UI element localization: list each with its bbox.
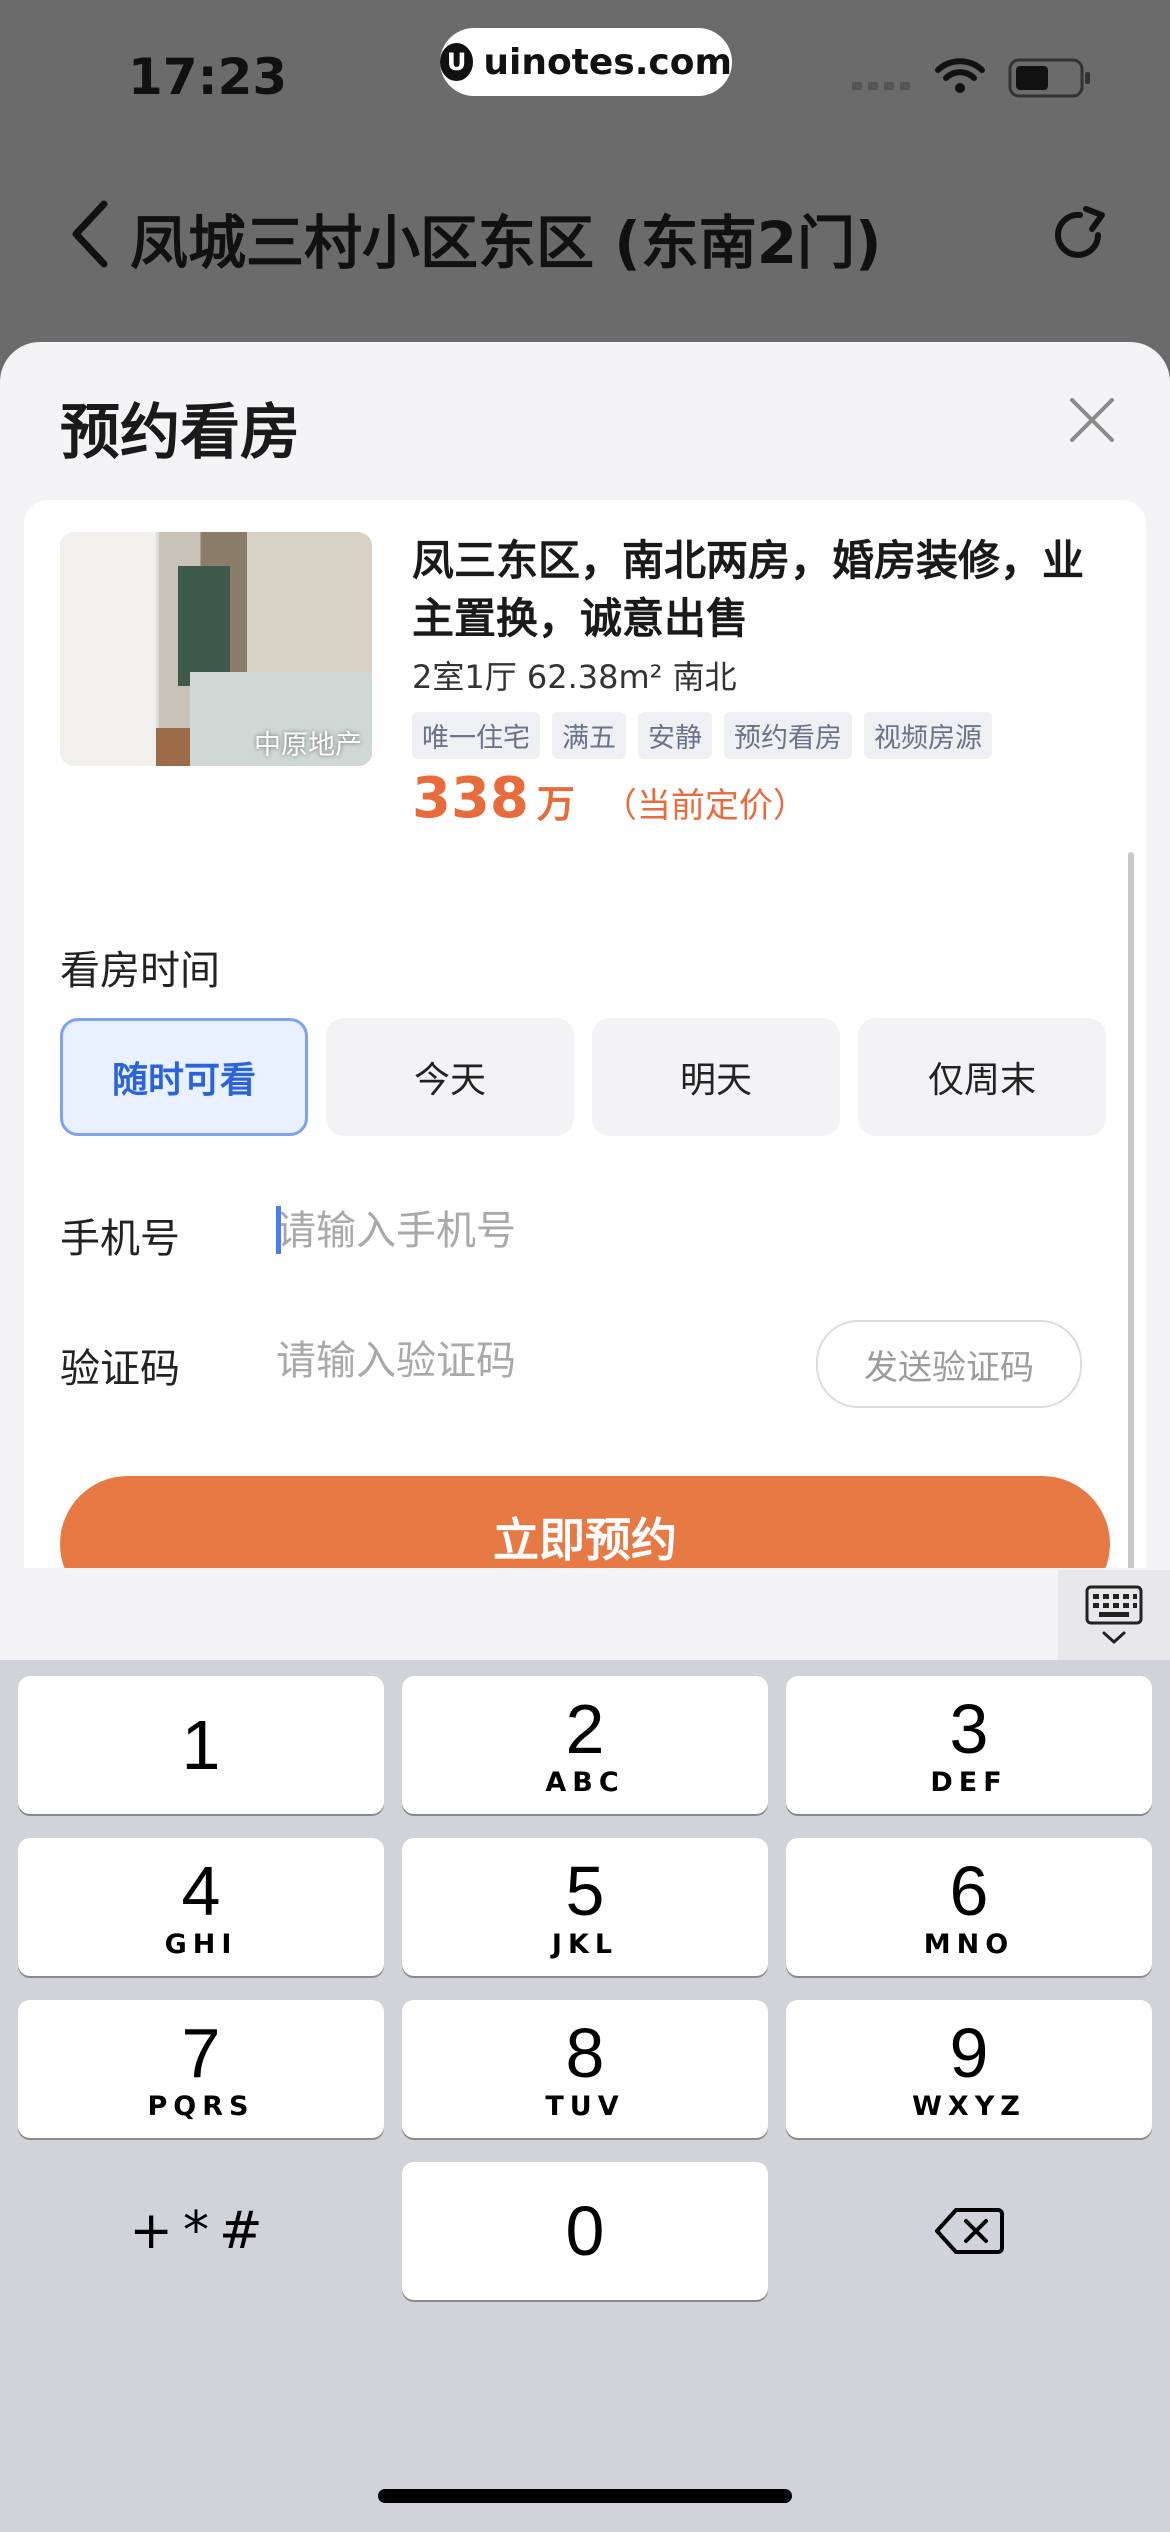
phone-label: 手机号	[60, 1216, 180, 1262]
source-logo-icon: U	[440, 43, 474, 81]
key-letters: MNO	[923, 1929, 1015, 1960]
source-text: uinotes.com	[483, 41, 732, 83]
status-time: 17:23	[128, 48, 288, 106]
close-icon[interactable]	[1066, 394, 1118, 446]
listing-tag: 唯一住宅	[412, 712, 540, 759]
key-4[interactable]: 4 GHI	[18, 1838, 384, 1976]
listing-tag: 满五	[552, 712, 626, 759]
text-caret	[276, 1206, 281, 1254]
key-symbols[interactable]: +*#	[18, 2162, 384, 2300]
key-3[interactable]: 3 DEF	[786, 1676, 1152, 1814]
keyboard-dismiss-button[interactable]	[1058, 1570, 1170, 1660]
key-digit: 3	[949, 1690, 989, 1768]
time-label: 看房时间	[60, 948, 220, 994]
symbols-label: +*#	[129, 2201, 273, 2261]
page-title: 凤城三村小区东区 (东南2门)	[130, 209, 882, 277]
key-letters: ABC	[545, 1767, 625, 1798]
keyboard-dismiss-icon	[1085, 1585, 1143, 1625]
code-input[interactable]	[274, 1330, 778, 1392]
status-bar: 17:23 U uinotes.com	[0, 0, 1170, 150]
share-icon[interactable]	[1050, 205, 1110, 265]
sheet-title: 预约看房	[60, 398, 300, 468]
time-option-today[interactable]: 今天	[326, 1018, 574, 1136]
key-digit: 2	[565, 1690, 605, 1768]
key-letters: PQRS	[147, 2091, 255, 2122]
key-digit: 5	[565, 1852, 605, 1930]
battery-icon	[1008, 58, 1090, 98]
key-digit: 0	[565, 2192, 605, 2270]
source-pill: U uinotes.com	[440, 28, 732, 96]
key-2[interactable]: 2 ABC	[402, 1676, 768, 1814]
listing-price: 338 万 （当前定价）	[412, 766, 807, 831]
key-letters: JKL	[551, 1929, 619, 1960]
key-7[interactable]: 7 PQRS	[18, 2000, 384, 2138]
time-option-tomorrow[interactable]: 明天	[592, 1018, 840, 1136]
key-9[interactable]: 9 WXYZ	[786, 2000, 1152, 2138]
key-5[interactable]: 5 JKL	[402, 1838, 768, 1976]
key-6[interactable]: 6 MNO	[786, 1838, 1152, 1976]
send-code-button[interactable]: 发送验证码	[816, 1320, 1082, 1408]
key-digit: 7	[181, 2014, 221, 2092]
phone-input[interactable]	[274, 1200, 978, 1262]
key-letters: TUV	[545, 2091, 625, 2122]
key-digit: 9	[949, 2014, 989, 2092]
listing-tags: 唯一住宅 满五 安静 预约看房 视频房源	[412, 712, 992, 759]
numeric-keyboard: 1 2 ABC 3 DEF 4 GHI 5 JKL 6 MNO 7 PQRS 8…	[0, 1660, 1170, 2532]
chevron-down-icon	[1102, 1631, 1126, 1645]
key-letters: GHI	[164, 1929, 238, 1960]
booking-sheet: 预约看房 中原地产 凤三东区，南北两房，婚房装修，业主置换，诚意出售 2室1厅 …	[0, 342, 1170, 1662]
key-letters: DEF	[930, 1767, 1008, 1798]
booking-card: 中原地产 凤三东区，南北两房，婚房装修，业主置换，诚意出售 2室1厅 62.38…	[24, 500, 1146, 1662]
listing-tag: 视频房源	[864, 712, 992, 759]
key-8[interactable]: 8 TUV	[402, 2000, 768, 2138]
home-indicator[interactable]	[378, 2489, 792, 2503]
photo-watermark: 中原地产	[254, 730, 362, 761]
price-unit: 万	[536, 782, 575, 826]
key-digit: 1	[181, 1706, 221, 1784]
listing-meta: 2室1厅 62.38m² 南北	[412, 658, 737, 696]
key-0[interactable]: 0	[402, 2162, 768, 2300]
listing-tag: 安静	[638, 712, 712, 759]
key-digit: 4	[181, 1852, 221, 1930]
key-letters: WXYZ	[912, 2091, 1026, 2122]
key-digit: 6	[949, 1852, 989, 1930]
back-icon[interactable]	[70, 200, 110, 268]
signal-icon	[852, 82, 910, 90]
listing-title: 凤三东区，南北两房，婚房装修，业主置换，诚意出售	[412, 536, 1085, 643]
code-label: 验证码	[60, 1346, 180, 1392]
listing-tag: 预约看房	[724, 712, 852, 759]
time-option-weekend[interactable]: 仅周末	[858, 1018, 1106, 1136]
key-backspace[interactable]	[786, 2162, 1152, 2300]
time-options: 随时可看 今天 明天 仅周末	[60, 1018, 1106, 1136]
backspace-icon	[935, 2208, 1004, 2254]
scrollbar[interactable]	[1128, 852, 1134, 1662]
time-option-anytime[interactable]: 随时可看	[60, 1018, 308, 1136]
wifi-icon	[935, 58, 985, 93]
key-1[interactable]: 1	[18, 1676, 384, 1814]
price-note: （当前定价）	[602, 786, 807, 826]
price-value: 338	[412, 766, 529, 831]
listing-photo[interactable]: 中原地产	[60, 532, 372, 766]
key-digit: 8	[565, 2014, 605, 2092]
